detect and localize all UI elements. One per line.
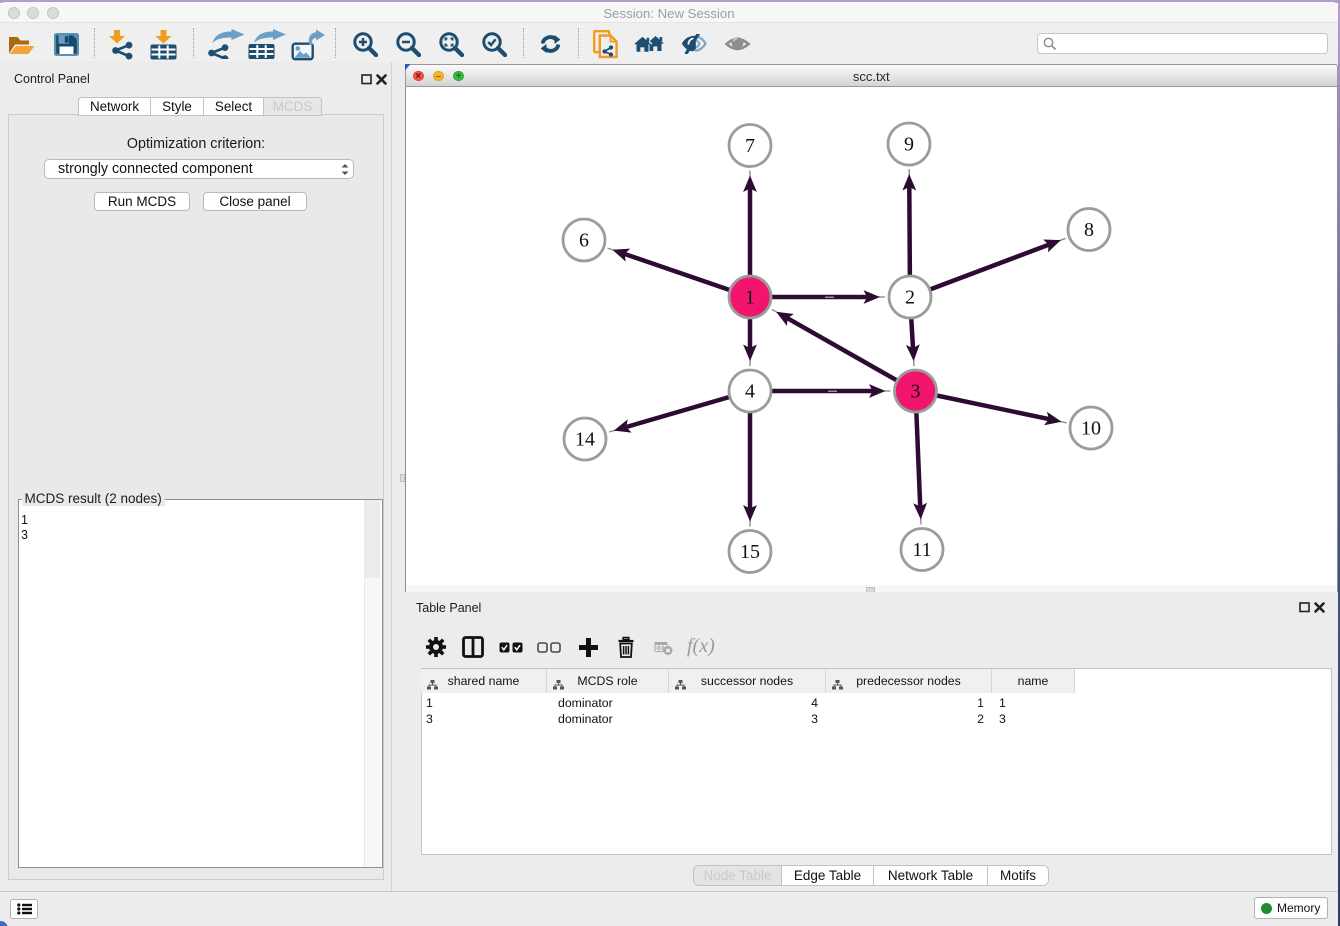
svg-text:9: 9 (904, 134, 914, 156)
svg-text:4: 4 (745, 381, 755, 403)
svg-text:1: 1 (745, 287, 755, 309)
svg-text:15: 15 (740, 541, 760, 563)
svg-text:6: 6 (579, 230, 589, 252)
svg-text:7: 7 (745, 135, 755, 157)
svg-text:3: 3 (911, 381, 921, 403)
svg-text:11: 11 (912, 539, 931, 561)
svg-text:10: 10 (1081, 418, 1101, 440)
svg-text:14: 14 (575, 429, 595, 451)
svg-text:8: 8 (1084, 219, 1094, 241)
svg-text:2: 2 (905, 287, 915, 309)
